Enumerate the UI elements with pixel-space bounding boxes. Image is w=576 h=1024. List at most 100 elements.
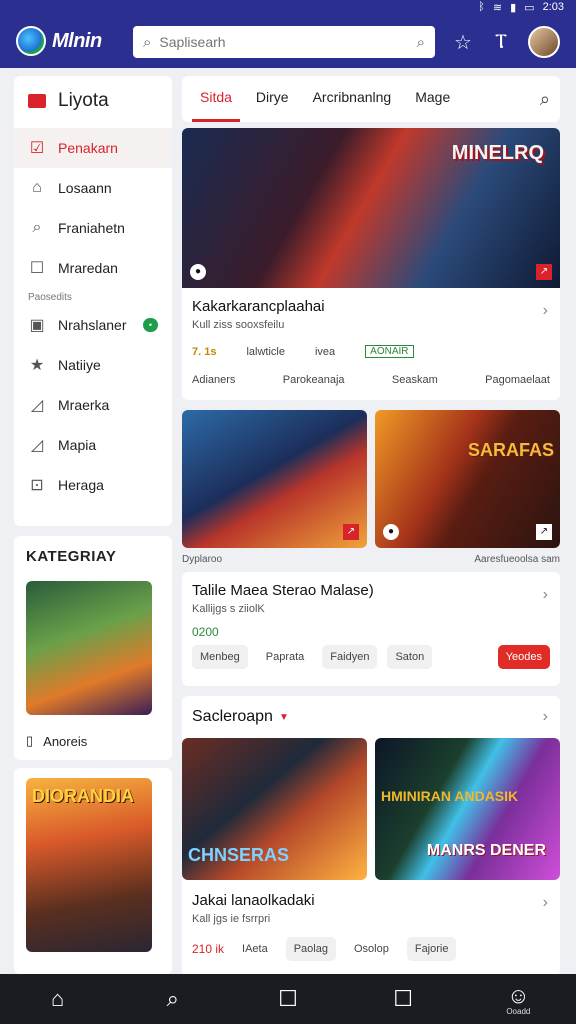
sidebar-item-label: Mraerka [58, 397, 110, 413]
battery-icon: ▭ [524, 1, 535, 14]
saton-button[interactable]: Saton [387, 645, 433, 669]
featured-card[interactable]: MINELRQ ● ↗ Kakarkarancplaahai Kull ziss… [182, 128, 560, 400]
category-link-label: Anoreis [43, 733, 88, 749]
section-card: Sacleroapn ▼ › CHNSERAS HMINIRAN ANDASIK… [182, 696, 560, 976]
link-adianers[interactable]: Adianers [192, 374, 235, 386]
text-format-icon[interactable]: Ⲧ [490, 31, 512, 54]
sidebar-item-natiiye[interactable]: ★ Natiiye [14, 345, 172, 385]
featured-subtitle: Kull ziss sooxsfeilu [192, 319, 285, 331]
menbeg-button[interactable]: Menbeg [192, 645, 248, 669]
home-icon[interactable]: ⌂ [38, 986, 78, 1012]
checkbox-icon: ☑ [29, 140, 45, 157]
sidebar-item-label: Mraredan [58, 260, 118, 276]
chevron-right-icon[interactable]: › [543, 302, 548, 320]
thumbnail-row: ↗ SARAFAS ● ↗ [182, 410, 560, 570]
featured-card-body: Kakarkarancplaahai Kull ziss sooxsfeilu … [182, 288, 560, 396]
paprata-button[interactable]: Paprata [257, 645, 313, 669]
search-submit-icon[interactable]: ⌕ [417, 34, 425, 51]
listing-actions: Menbeg Paprata Faidyen Saton Yeodes [192, 645, 550, 669]
sidebar: Liyota ☑ Penakarn ⌂ Losaann ⌕ Franiahetn… [14, 76, 172, 526]
section-card-body: Jakai lanaolkadaki Kall jgs ie fsrrpri ›… [182, 880, 560, 973]
caption-right: Aaresfueoolsa sam [474, 554, 560, 565]
section-title: Sacleroapn [192, 708, 273, 725]
tab-mage[interactable]: Mage [407, 76, 458, 122]
tab-arcribnanlng[interactable]: Arcribnanlng [305, 76, 400, 122]
star-icon[interactable]: ☆ [452, 30, 474, 55]
sidebar-item-label: Penakarn [58, 140, 118, 156]
game-thumbnail[interactable]: CHNSERAS [182, 738, 367, 880]
listing-price: 0200 [192, 625, 219, 639]
section-item-subtitle: Kall jgs ie fsrrpri [192, 913, 271, 925]
sidebar-item-franiahetn[interactable]: ⌕ Franiahetn [14, 208, 172, 248]
sidebar-header: Liyota [14, 86, 172, 128]
game-thumbnail[interactable]: HMINIRAN ANDASIK MANRS DENER [375, 738, 560, 880]
play-icon[interactable]: ● [190, 264, 206, 280]
search-icon[interactable]: ⌕ [540, 89, 550, 110]
tab-dirye[interactable]: Dirye [248, 76, 297, 122]
share-icon[interactable]: ↗ [536, 264, 552, 280]
sidebar-item-mraerka[interactable]: ◿ Mraerka [14, 385, 172, 425]
chevron-right-icon[interactable]: › [543, 708, 548, 726]
square-icon[interactable]: ☐ [383, 986, 423, 1012]
sidebar-item-nrahslaner[interactable]: ▣ Nrahslaner • [14, 305, 172, 345]
sidebar-item-label: Natiiye [58, 357, 101, 373]
ieta-button[interactable]: IAeta [234, 937, 276, 961]
featured-meta: 7. 1s lalwticle ivea AONAIR [192, 345, 550, 358]
sidebar-item-mapia[interactable]: ◿ Mapia [14, 425, 172, 465]
yeodes-button[interactable]: Yeodes [497, 645, 550, 669]
link-pagomaelaat[interactable]: Pagomaelaat [485, 374, 550, 386]
promo-title: DIORANDIA [32, 786, 134, 806]
featured-links: Adianers Parokeanaja Seaskam Pagomaelaat [192, 374, 550, 386]
avatar[interactable] [528, 26, 560, 58]
sidebar-item-mraredan[interactable]: ☐ Mraredan [14, 248, 172, 288]
square-icon[interactable]: ☐ [268, 986, 308, 1012]
signal-icon: ▮ [510, 1, 517, 14]
featured-title: Kakarkarancplaahai [192, 298, 325, 315]
paolag-button[interactable]: Paolag [285, 937, 336, 961]
play-icon[interactable]: ● [383, 524, 399, 540]
search-icon: ⌕ [143, 33, 152, 51]
chevron-right-icon[interactable]: › [543, 894, 548, 912]
thumbnail-title: CHNSERAS [188, 845, 290, 865]
tab-sitda[interactable]: Sitda [192, 76, 240, 122]
sidebar-title: Liyota [58, 90, 109, 111]
listing-card[interactable]: Talile Maea Sterao Malase) Kallijgs s zi… [182, 572, 560, 686]
app-logo[interactable]: Mlnin [16, 26, 102, 56]
game-thumbnail[interactable]: ↗ [182, 410, 367, 548]
search-input[interactable] [159, 34, 409, 50]
sidebar-item-losaann[interactable]: ⌂ Losaann [14, 168, 172, 208]
link-seaskam[interactable]: Seaskam [392, 374, 438, 386]
tab-bar: Sitda Dirye Arcribnanlng Mage ⌕ [182, 76, 560, 122]
bluetooth-icon: ᛒ [478, 1, 485, 13]
banner-brand: MINELRQ [451, 142, 544, 164]
thumbnail-title: HMINIRAN ANDASIK [381, 788, 519, 804]
sidebar-item-penakarn[interactable]: ☑ Penakarn [14, 128, 172, 168]
faidyen-button[interactable]: Faidyen [322, 645, 378, 669]
tag-icon: ⊡ [30, 477, 44, 494]
chart-icon: ◿ [30, 397, 44, 414]
tv-icon: ▣ [29, 317, 45, 334]
promo-thumbnail[interactable]: DIORANDIA [26, 778, 152, 952]
profile-label: Ooadd [506, 1006, 531, 1016]
category-link[interactable]: ▯ Anoreis [26, 733, 160, 749]
search-bar[interactable]: ⌕ ⌕ [133, 26, 435, 58]
chevron-right-icon[interactable]: › [543, 586, 548, 604]
wifi-icon: ≋ [492, 1, 503, 14]
section-header[interactable]: Sacleroapn ▼ › [182, 696, 560, 738]
game-thumbnail[interactable]: SARAFAS ● ↗ [375, 410, 560, 548]
sidebar-item-label: Losaann [58, 180, 112, 196]
search-icon[interactable]: ⌕ [153, 986, 193, 1012]
chart-icon: ◿ [30, 437, 44, 454]
share-icon[interactable]: ↗ [343, 524, 359, 540]
osolop-button[interactable]: Osolop [345, 937, 397, 961]
dropdown-icon[interactable]: ▼ [279, 712, 289, 723]
profile-icon[interactable]: ☺ Ooadd [498, 983, 538, 1016]
link-parokeanaja[interactable]: Parokeanaja [283, 374, 345, 386]
category-thumbnail[interactable] [26, 581, 152, 715]
sidebar-item-heraga[interactable]: ⊡ Heraga [14, 465, 172, 505]
square-icon: ☐ [29, 260, 45, 277]
featured-banner[interactable]: MINELRQ ● ↗ [182, 128, 560, 288]
sidebar-item-label: Heraga [58, 477, 104, 493]
fajorie-button[interactable]: Fajorie [406, 937, 457, 961]
share-icon[interactable]: ↗ [536, 524, 552, 540]
